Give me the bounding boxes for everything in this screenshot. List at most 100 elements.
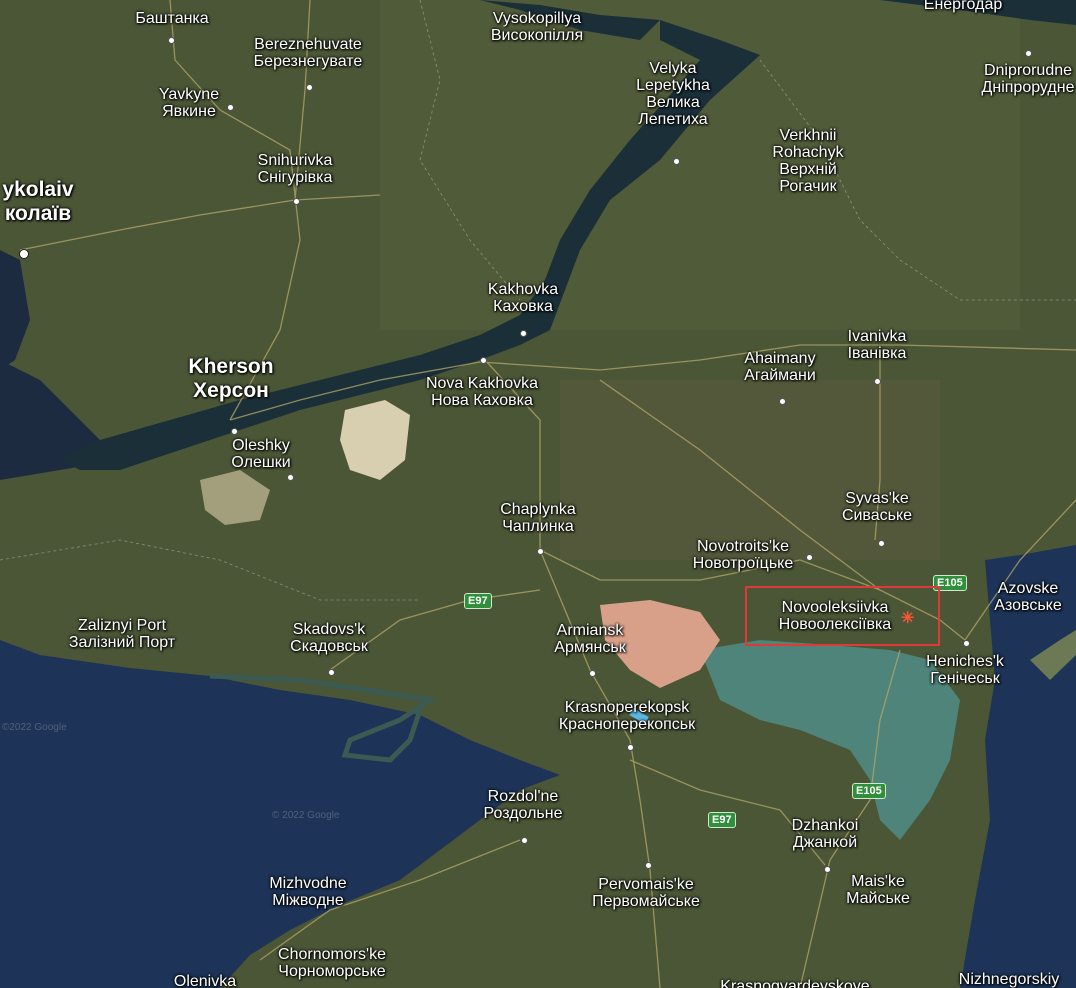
place-label-skadovsk[interactable]: Skadovs'k Скадовськ <box>290 621 368 655</box>
label-uk: Баштанка <box>135 10 209 27</box>
label-en: Yavkyne <box>158 86 220 103</box>
label-uk: Залізний Порт <box>68 634 176 651</box>
label-en: Rozdol'ne <box>487 788 559 805</box>
map-terrain <box>0 0 1076 988</box>
label-en: Vysokopillya <box>492 10 582 27</box>
label-en: Nova Kakhovka <box>425 375 539 392</box>
place-label-armiansk[interactable]: Armiansk Армянськ <box>554 622 625 656</box>
label-en: Kakhovka <box>487 281 559 298</box>
label-en: ykolaiv <box>2 178 74 201</box>
place-label-velyka-lepetykha[interactable]: Velyka Lepetykha Велика Лепетиха <box>623 60 723 128</box>
place-marker <box>673 158 680 165</box>
label-uk: Армянськ <box>554 639 626 656</box>
place-label-nizhnegorskiy[interactable]: Nizhnegorskiy <box>959 971 1059 988</box>
place-marker <box>537 548 544 555</box>
label-en: Mizhvodne <box>269 875 347 892</box>
label-en: Oleshky <box>232 437 290 454</box>
satellite-map[interactable]: ©2022 Google © 2022 Google Баштанка Vyso… <box>0 0 1076 988</box>
label-uk: Сиваське <box>841 507 913 524</box>
place-label-ivanivka[interactable]: Ivanivka Іванівка <box>848 328 907 362</box>
label-uk: Снігурівка <box>257 169 333 186</box>
place-label-bashtanka[interactable]: Баштанка <box>135 10 208 27</box>
place-marker <box>168 37 175 44</box>
place-label-vysokopillya[interactable]: Vysokopillya Високопілля <box>491 10 583 44</box>
label-uk: Березнегувате <box>253 53 363 70</box>
place-label-pervomaiske[interactable]: Pervomais'ke Первомайське <box>592 876 700 910</box>
place-marker <box>520 330 527 337</box>
place-marker <box>824 866 831 873</box>
place-label-dniprorudne[interactable]: Dniprorudne Дніпрорудне <box>982 62 1075 96</box>
place-label-verkhnii-rohachyk[interactable]: Verkhnii Rohachyk Верхній Рогачик <box>763 127 853 195</box>
place-label-olenivka[interactable]: Olenivka <box>174 973 236 988</box>
place-marker <box>293 198 300 205</box>
label-uk: Дніпрорудне <box>981 79 1075 96</box>
place-label-nova-kakhovka[interactable]: Nova Kakhovka Нова Каховка <box>422 375 542 409</box>
road-shield-e97: E97 <box>464 593 492 609</box>
label-uk: Енергодар <box>923 0 1003 13</box>
place-marker <box>328 669 335 676</box>
label-en: Dniprorudne <box>983 62 1073 79</box>
place-label-zaliznyi-port[interactable]: Zaliznyi Port Залізний Порт <box>69 617 175 651</box>
place-label-maiske[interactable]: Mais'ke Майське <box>846 873 910 907</box>
watermark: © 2022 Google <box>272 810 340 821</box>
place-marker <box>589 670 596 677</box>
place-marker <box>287 474 294 481</box>
place-label-henichesk[interactable]: Heniches'k Генічеськ <box>926 653 1004 687</box>
label-uk: Олешки <box>231 454 291 471</box>
label-en: Ivanivka <box>847 328 907 345</box>
place-label-krasnoperekopsk[interactable]: Krasnoperekopsk Красноперекопськ <box>559 699 695 733</box>
road-shield-e105: E105 <box>852 783 886 799</box>
place-label-chornomorske[interactable]: Chornomors'ke Чорноморське <box>278 946 386 980</box>
incident-marker-icon: ✳ <box>901 610 915 627</box>
place-label-mizhvodne[interactable]: Mizhvodne Міжводне <box>269 875 346 909</box>
label-en: Zaliznyi Port <box>77 617 167 634</box>
label-uk: Нова Каховка <box>431 392 533 409</box>
label-uk: Херсон <box>193 379 269 402</box>
place-label-kherson[interactable]: Kherson Херсон <box>188 355 273 403</box>
label-uk: Майське <box>846 890 910 907</box>
road-shield-e97: E97 <box>708 812 736 828</box>
label-uk: Первомайське <box>592 893 700 910</box>
place-label-chaplynka[interactable]: Chaplynka Чаплинка <box>500 501 576 535</box>
label-en: Chaplynka <box>500 501 576 518</box>
label-en: Kherson <box>188 355 274 378</box>
label-uk: Іванівка <box>847 345 907 362</box>
place-label-mykolaiv[interactable]: ykolaiv колаїв <box>2 178 73 226</box>
label-uk: Високопілля <box>490 27 584 44</box>
label-uk: Верхній Рогачик <box>779 161 837 195</box>
place-label-rozdolne[interactable]: Rozdol'ne Роздольне <box>484 788 563 822</box>
label-en: Velyka Lepetykha <box>636 60 710 94</box>
place-marker <box>521 837 528 844</box>
place-label-azovske[interactable]: Azovske Азовське <box>994 580 1061 614</box>
label-uk: Велика Лепетиха <box>638 94 708 128</box>
place-marker <box>645 862 652 869</box>
place-label-bereznehuvate[interactable]: Bereznehuvate Березнегувате <box>254 36 363 70</box>
place-label-syvaske[interactable]: Syvas'ke Сиваське <box>842 490 912 524</box>
label-uk: Роздольне <box>483 805 563 822</box>
label-en: Skadovs'k <box>292 621 366 638</box>
place-label-dzhankoi[interactable]: Dzhankoi Джанкой <box>792 817 859 851</box>
label-uk: Чаплинка <box>502 518 574 535</box>
place-marker <box>231 428 238 435</box>
place-marker <box>227 104 234 111</box>
label-uk: Скадовськ <box>290 638 368 655</box>
label-en: Heniches'k <box>926 653 1004 670</box>
label-en: Snihurivka <box>257 152 333 169</box>
label-en: Nizhnegorskiy <box>958 971 1060 988</box>
label-en: Bereznehuvate <box>254 36 362 53</box>
label-en: Krasnogvardeyskoye <box>720 978 870 988</box>
place-label-snihurivka[interactable]: Snihurivka Снігурівка <box>258 152 333 186</box>
label-uk: колаїв <box>4 202 72 225</box>
place-label-novotroitske[interactable]: Novotroits'ke Новотроїцьке <box>693 538 793 572</box>
place-label-oleshky[interactable]: Oleshky Олешки <box>231 437 290 471</box>
label-uk: Чорноморське <box>278 963 386 980</box>
place-label-ahaimany[interactable]: Ahaimany Агаймани <box>744 350 816 384</box>
place-label-kakhovka[interactable]: Kakhovka Каховка <box>488 281 558 315</box>
place-label-krasnohvardiiske[interactable]: Krasnogvardeyskoye <box>720 978 869 988</box>
place-label-yavkyne[interactable]: Yavkyne Явкине <box>159 86 219 120</box>
label-en: Ahaimany <box>744 350 816 367</box>
label-uk: Каховка <box>493 298 553 315</box>
label-uk: Джанкой <box>792 834 858 851</box>
place-label-energodar[interactable]: Енергодар <box>924 0 1002 13</box>
place-marker <box>874 378 881 385</box>
